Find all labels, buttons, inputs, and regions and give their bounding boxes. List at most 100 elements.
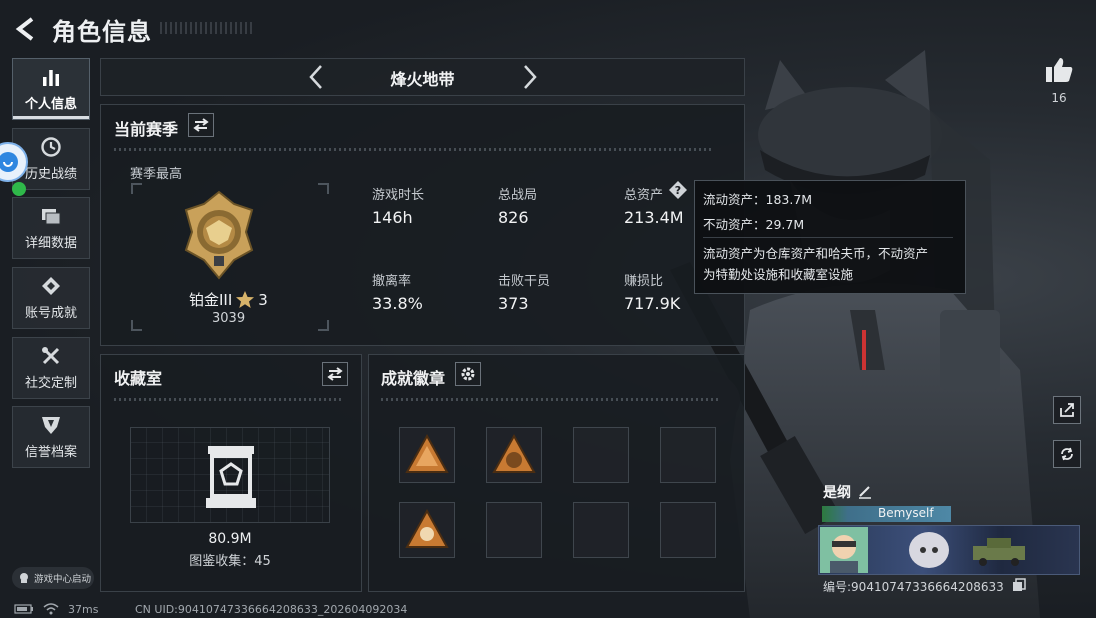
rank-name: 铂金III <box>189 291 233 309</box>
nav-label: 信誉档案 <box>24 445 77 460</box>
rank-stars: 3 <box>258 290 268 309</box>
stat-label-profit-ratio: 赚损比 <box>624 274 664 289</box>
rank-display: 铂金III 3 <box>189 289 268 310</box>
player-banner-card[interactable] <box>818 525 1080 575</box>
wifi-icon <box>43 603 59 615</box>
season-best-label: 赛季最高 <box>130 167 183 182</box>
assistant-bubble[interactable] <box>0 142 28 182</box>
stat-value-extract-rate: 33.8% <box>372 294 423 313</box>
stat-value-playtime: 146h <box>372 208 413 227</box>
tooltip-desc-line1: 流动资产为仓库资产和哈夫币，不动资产 <box>703 246 929 261</box>
banner-character-icon <box>909 532 949 568</box>
divider <box>114 398 344 401</box>
gear-icon <box>461 367 475 381</box>
player-avatar <box>820 527 868 573</box>
rank-points: 3039 <box>212 311 246 326</box>
stat-label-playtime: 游戏时长 <box>372 188 425 203</box>
stat-label-total-assets: 总资产 <box>624 188 664 203</box>
nav-item-detailed-data[interactable]: 详细数据 <box>12 197 90 259</box>
badge-slot-empty[interactable] <box>660 427 716 483</box>
diamond-icon <box>42 277 60 295</box>
tools-icon <box>42 347 60 365</box>
assistant-icon <box>0 152 18 172</box>
like-count: 16 <box>1051 91 1067 105</box>
stat-value-kills: 373 <box>498 294 529 313</box>
badge-slot[interactable] <box>486 427 542 483</box>
assets-tooltip: 流动资产：183.7M 不动资产：29.7M 流动资产为仓库资产和哈夫币，不动资… <box>694 180 966 294</box>
battery-icon <box>14 604 33 614</box>
collection-value: 80.9M <box>208 531 252 547</box>
season-switch-button[interactable] <box>188 113 214 137</box>
back-arrow-icon[interactable] <box>12 16 38 42</box>
copy-icon[interactable] <box>1012 578 1026 592</box>
collection-title: 收藏室 <box>114 369 163 388</box>
stat-value-total-assets: 213.4M <box>624 208 684 227</box>
display-case-icon <box>206 446 256 508</box>
bar-chart-icon <box>43 70 59 86</box>
avatar-face-icon <box>830 535 858 573</box>
achievements-settings-button[interactable] <box>455 362 481 386</box>
share-icon <box>1060 403 1074 417</box>
edit-icon[interactable] <box>857 483 873 499</box>
badge-slot-empty[interactable] <box>573 427 629 483</box>
platinum-rank-badge-icon <box>184 190 254 280</box>
achievements-title: 成就徽章 <box>381 369 446 388</box>
divider <box>381 398 721 401</box>
nav-item-reputation[interactable]: 信誉档案 <box>12 406 90 468</box>
next-mode-arrow-icon[interactable] <box>522 64 538 90</box>
stat-value-total-matches: 826 <box>498 208 529 227</box>
triangle-badge-icon <box>405 508 449 548</box>
badge-slot[interactable] <box>399 427 455 483</box>
header-decoration <box>160 22 255 34</box>
svg-text:?: ? <box>675 184 681 197</box>
stat-label-total-matches: 总战局 <box>498 188 538 203</box>
collection-count: 图鉴收集：45 <box>189 554 271 569</box>
tooltip-desc-line2: 为特勤处设施和收藏室设施 <box>703 267 854 282</box>
nav-label: 个人信息 <box>24 97 77 112</box>
ping-display: 37ms <box>68 603 99 616</box>
player-tag: Bemyself <box>878 506 934 520</box>
tooltip-liquid-assets: 流动资产：183.7M <box>703 192 813 207</box>
share-button[interactable] <box>1053 396 1081 424</box>
collection-switch-button[interactable] <box>322 362 348 386</box>
badge-slot-empty[interactable] <box>486 502 542 558</box>
player-name: 是纲 <box>823 485 851 501</box>
star-icon <box>236 291 255 308</box>
mode-title: 烽火地带 <box>390 70 455 89</box>
stat-label-kills: 击败干员 <box>498 274 551 289</box>
player-id: 编号:90410747336664208633 <box>823 580 1004 594</box>
refresh-button[interactable] <box>1053 440 1081 468</box>
stat-label-extract-rate: 撤离率 <box>372 274 412 289</box>
game-center-label: 游戏中心启动 <box>34 574 92 585</box>
nav-label: 账号成就 <box>24 306 77 321</box>
divider <box>114 148 714 151</box>
banner-vehicle-icon <box>973 538 1025 566</box>
badge-slot-empty[interactable] <box>573 502 629 558</box>
game-center-button[interactable]: 游戏中心启动 <box>12 567 94 589</box>
swap-icon <box>327 367 343 381</box>
wifi-badge-icon <box>12 182 26 196</box>
nav-item-personal-info[interactable]: 个人信息 <box>12 58 90 120</box>
uid-display: CN UID:90410747336664208633_202604092034 <box>135 603 408 616</box>
triangle-badge-icon <box>492 433 536 473</box>
triangle-badge-icon <box>405 433 449 473</box>
nav-label: 社交定制 <box>24 376 77 391</box>
stat-value-profit-ratio: 717.9K <box>624 294 681 313</box>
swap-icon <box>193 118 209 132</box>
folder-icon <box>42 209 61 225</box>
thumbs-up-icon[interactable] <box>1044 56 1074 84</box>
help-icon[interactable]: ? <box>668 180 688 200</box>
season-title: 当前赛季 <box>114 120 179 139</box>
shield-icon <box>42 417 60 434</box>
game-center-icon <box>20 573 28 583</box>
tooltip-divider <box>703 237 953 238</box>
refresh-icon <box>1061 447 1073 461</box>
nav-label: 详细数据 <box>24 236 77 251</box>
page-title: 角色信息 <box>52 18 152 46</box>
tooltip-fixed-assets: 不动资产：29.7M <box>703 217 805 232</box>
nav-item-social-custom[interactable]: 社交定制 <box>12 337 90 399</box>
badge-slot[interactable] <box>399 502 455 558</box>
badge-slot-empty[interactable] <box>660 502 716 558</box>
nav-label: 历史战绩 <box>24 167 77 182</box>
nav-item-achievements[interactable]: 账号成就 <box>12 267 90 329</box>
